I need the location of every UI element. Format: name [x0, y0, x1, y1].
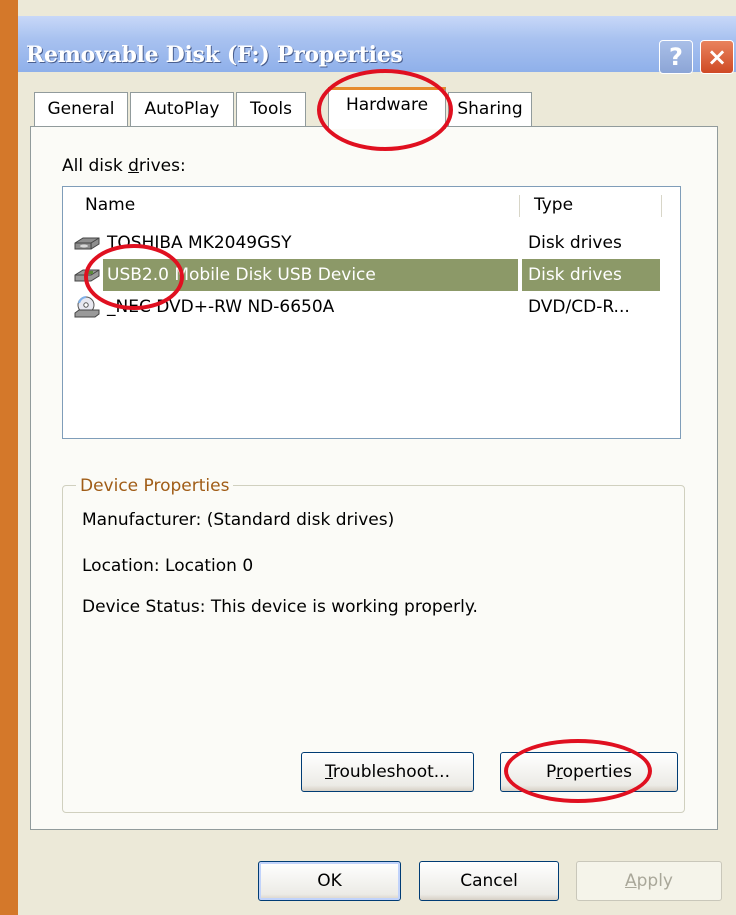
drive-name: TOSHIBA MK2049GSY: [107, 233, 292, 253]
disk-drives-list[interactable]: Name Type TOSHIBA MK2049GSY Disk drives …: [62, 186, 681, 439]
tab-autoplay[interactable]: AutoPlay: [130, 92, 234, 126]
list-item[interactable]: _NEC DVD+-RW ND-6650A DVD/CD-R...: [63, 291, 680, 323]
hard-disk-icon: [74, 237, 100, 250]
drive-name: USB2.0 Mobile Disk USB Device: [103, 259, 518, 291]
properties-button[interactable]: Properties: [500, 752, 678, 792]
list-item-selected[interactable]: USB2.0 Mobile Disk USB Device Disk drive…: [63, 259, 680, 291]
cancel-button[interactable]: Cancel: [419, 861, 559, 901]
all-disk-drives-label: All disk drives:: [62, 156, 186, 176]
manufacturer-text: Manufacturer: (Standard disk drives): [82, 510, 395, 530]
properties-dialog: Removable Disk (F:) Properties ? × Gener…: [18, 0, 736, 915]
close-button[interactable]: ×: [700, 40, 734, 74]
dvd-drive-icon: [74, 296, 100, 318]
tab-general[interactable]: General: [34, 92, 128, 126]
troubleshoot-button[interactable]: Troubleshoot...: [301, 752, 474, 792]
column-header-name[interactable]: Name: [85, 187, 135, 223]
list-item[interactable]: TOSHIBA MK2049GSY Disk drives: [63, 227, 680, 259]
device-status-text: Device Status: This device is working pr…: [82, 597, 478, 617]
removable-disk-icon: [74, 269, 100, 282]
drive-type: Disk drives: [528, 233, 622, 253]
drive-name: _NEC DVD+-RW ND-6650A: [107, 297, 335, 317]
column-header-type[interactable]: Type: [534, 187, 573, 223]
window-frame-edge: [0, 0, 18, 915]
help-button[interactable]: ?: [659, 40, 693, 74]
drive-type: Disk drives: [522, 259, 660, 291]
title-bar[interactable]: Removable Disk (F:) Properties ? ×: [18, 16, 736, 74]
apply-button: Apply: [576, 861, 722, 901]
tab-tools[interactable]: Tools: [236, 92, 306, 126]
column-divider[interactable]: [661, 195, 665, 217]
tab-hardware[interactable]: Hardware: [328, 87, 446, 129]
ok-button[interactable]: OK: [258, 861, 401, 901]
location-text: Location: Location 0: [82, 556, 254, 576]
tab-sharing[interactable]: Sharing: [448, 92, 532, 126]
window-title: Removable Disk (F:) Properties: [26, 42, 403, 68]
column-divider[interactable]: [519, 195, 523, 217]
list-header: Name Type: [63, 187, 680, 223]
drive-type: DVD/CD-R...: [528, 297, 630, 317]
device-properties-title: Device Properties: [76, 476, 234, 496]
